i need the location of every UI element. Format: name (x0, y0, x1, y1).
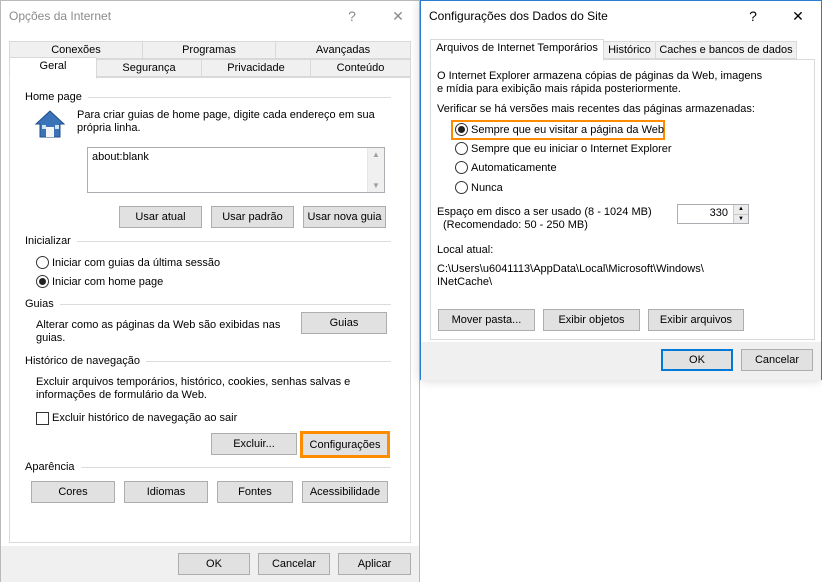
spin-down-icon[interactable]: ▼ (733, 214, 748, 223)
description-line: guias. (36, 332, 66, 344)
startup-last-session-label[interactable]: Iniciar com guias da última sessão (52, 257, 220, 269)
description-line: Para criar guias de home page, digite ca… (77, 109, 375, 121)
never-radio[interactable] (455, 181, 468, 194)
storage-description: O Internet Explorer armazena cópias de p… (437, 70, 762, 96)
internet-options-window: Opções da Internet ? ✕ Conexões Programa… (0, 0, 420, 582)
startup-last-session-radio[interactable] (36, 256, 49, 269)
every-visit-radio[interactable] (455, 123, 468, 136)
tab-caches-databases[interactable]: Caches e bancos de dados (655, 41, 797, 59)
path-line: C:\Users\u6041113\AppData\Local\Microsof… (437, 263, 704, 275)
disk-space-value: 330 (709, 207, 728, 219)
automatically-radio[interactable] (455, 161, 468, 174)
description-line: Alterar como as páginas da Web são exibi… (36, 319, 281, 331)
current-location-label: Local atual: (437, 244, 494, 256)
languages-button[interactable]: Idiomas (124, 481, 208, 503)
use-new-tab-button[interactable]: Usar nova guia (303, 206, 386, 228)
site-data-settings-window: Configurações dos Dados do Site ? ✕ Arqu… (420, 0, 822, 380)
tabs-description: Alterar como as páginas da Web são exibi… (36, 319, 280, 345)
ok-button[interactable]: OK (661, 349, 733, 371)
homepage-section: Home page (25, 91, 391, 103)
apply-button[interactable]: Aplicar (338, 553, 411, 575)
never-label[interactable]: Nunca (471, 182, 503, 194)
accessibility-button[interactable]: Acessibilidade (302, 481, 388, 503)
description-line: e mídia para exibição mais rápida poster… (437, 83, 681, 95)
check-newer-versions-label: Verificar se há versões mais recentes da… (437, 103, 755, 115)
homepage-value: about:blank (92, 151, 149, 163)
startup-section: Inicializar (25, 235, 391, 247)
home-icon (33, 109, 67, 139)
move-folder-button[interactable]: Mover pasta... (438, 309, 535, 331)
description-line: própria linha. (77, 122, 141, 134)
path-line: INetCache\ (437, 276, 493, 288)
colors-button[interactable]: Cores (31, 481, 115, 503)
tab-history[interactable]: Histórico (603, 41, 656, 59)
view-files-button[interactable]: Exibir arquivos (648, 309, 744, 331)
tab-temporary-files[interactable]: Arquivos de Internet Temporários (430, 39, 604, 61)
close-button[interactable]: ✕ (780, 1, 816, 31)
scroll-down-icon[interactable]: ▼ (368, 181, 384, 190)
tab-seguranca[interactable]: Segurança (96, 59, 202, 77)
help-button[interactable]: ? (334, 1, 370, 31)
every-start-label[interactable]: Sempre que eu iniciar o Internet Explore… (471, 143, 672, 155)
every-start-radio[interactable] (455, 142, 468, 155)
delete-on-exit-label[interactable]: Excluir histórico de navegação ao sair (52, 412, 237, 424)
history-settings-button[interactable]: Configurações (300, 431, 390, 458)
tab-privacidade[interactable]: Privacidade (201, 59, 311, 77)
section-title: Home page (25, 91, 88, 103)
section-title: Guias (25, 298, 60, 310)
homepage-description: Para criar guias de home page, digite ca… (77, 109, 375, 135)
titlebar: Opções da Internet ? ✕ (1, 1, 419, 31)
delete-history-button[interactable]: Excluir... (211, 433, 297, 455)
appearance-section: Aparência (25, 461, 391, 473)
tab-programas[interactable]: Programas (142, 41, 276, 59)
fonts-button[interactable]: Fontes (217, 481, 293, 503)
spin-up-icon[interactable]: ▲ (733, 205, 748, 214)
automatically-label[interactable]: Automaticamente (471, 162, 557, 174)
tab-geral[interactable]: Geral (9, 57, 97, 79)
delete-on-exit-checkbox[interactable] (36, 412, 49, 425)
disk-space-recommended: (Recomendado: 50 - 250 MB) (443, 219, 588, 231)
window-title: Opções da Internet (9, 9, 112, 23)
disk-space-spinner[interactable]: 330 ▲ ▼ (677, 204, 749, 224)
disk-space-label: Espaço em disco a ser usado (8 - 1024 MB… (437, 206, 652, 232)
titlebar: Configurações dos Dados do Site ? ✕ (421, 1, 821, 31)
section-title: Histórico de navegação (25, 355, 146, 367)
help-button[interactable]: ? (735, 1, 771, 31)
temporary-files-panel (430, 59, 815, 340)
tab-conteudo[interactable]: Conteúdo (310, 59, 411, 77)
tabs-section: Guias (25, 298, 391, 310)
homepage-textarea[interactable]: about:blank ▲ ▼ (87, 147, 385, 193)
section-title: Aparência (25, 461, 81, 473)
tabs-settings-button[interactable]: Guias (301, 312, 387, 334)
history-description: Excluir arquivos temporários, histórico,… (36, 376, 350, 402)
view-objects-button[interactable]: Exibir objetos (543, 309, 640, 331)
tab-avancadas[interactable]: Avançadas (275, 41, 411, 59)
ok-button[interactable]: OK (178, 553, 250, 575)
disk-space-range: Espaço em disco a ser usado (8 - 1024 MB… (437, 206, 652, 218)
cancel-button[interactable]: Cancelar (741, 349, 813, 371)
every-visit-label[interactable]: Sempre que eu visitar a página da Web (471, 124, 664, 136)
textarea-scrollbar[interactable]: ▲ ▼ (367, 148, 384, 192)
description-line: O Internet Explorer armazena cópias de p… (437, 70, 763, 82)
use-current-button[interactable]: Usar atual (119, 206, 202, 228)
use-default-button[interactable]: Usar padrão (211, 206, 294, 228)
cancel-button[interactable]: Cancelar (258, 553, 330, 575)
section-title: Inicializar (25, 235, 77, 247)
scroll-up-icon[interactable]: ▲ (368, 150, 384, 159)
description-line: Excluir arquivos temporários, histórico,… (36, 376, 351, 388)
current-location-path: C:\Users\u6041113\AppData\Local\Microsof… (437, 263, 704, 289)
window-title: Configurações dos Dados do Site (429, 9, 608, 23)
startup-homepage-radio[interactable] (36, 275, 49, 288)
close-button[interactable]: ✕ (380, 1, 416, 31)
startup-homepage-label[interactable]: Iniciar com home page (52, 276, 163, 288)
history-section: Histórico de navegação (25, 355, 391, 367)
description-line: informações de formulário da Web. (36, 389, 207, 401)
